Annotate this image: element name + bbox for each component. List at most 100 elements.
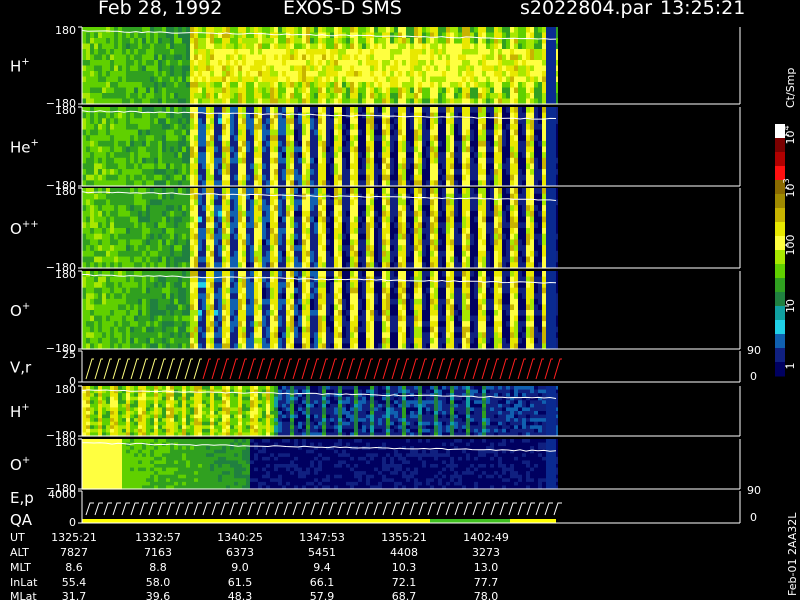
footer-value: 68.7 xyxy=(392,590,417,600)
orbit-footer: UT 1325:21 1332:57 1340:25 1347:53 1355:21 140… xyxy=(10,512,799,600)
velocity-trace xyxy=(526,358,535,380)
panel-label: V,r xyxy=(10,359,32,377)
footer-value: 13.0 xyxy=(474,561,499,574)
velocity-trace xyxy=(499,358,508,380)
energy-trace xyxy=(481,502,490,516)
energy-trace xyxy=(472,502,481,516)
version-stamp: Feb-01 2AA32L xyxy=(786,512,799,596)
footer-value: 5451 xyxy=(308,546,336,559)
energy-trace xyxy=(544,502,553,516)
colorbar-swatch xyxy=(775,264,785,279)
footer-value: 77.7 xyxy=(474,576,499,589)
energy-trace xyxy=(256,502,265,516)
energy-trace xyxy=(463,502,472,516)
colorbar-title: Ct/Smp xyxy=(784,68,797,108)
velocity-trace xyxy=(337,358,346,380)
panel-label-sup: + xyxy=(22,455,30,466)
panel-label: E,p xyxy=(10,489,34,507)
velocity-trace xyxy=(382,358,391,380)
footer-value: 1402:49 xyxy=(463,531,509,544)
footer-value: 31.7 xyxy=(62,590,87,600)
energy-trace xyxy=(85,502,94,516)
velocity-trace xyxy=(418,358,427,380)
footer-value: 1325:21 xyxy=(51,531,97,544)
velocity-trace xyxy=(553,358,562,380)
velocity-trace xyxy=(346,358,355,380)
footer-value: 57.9 xyxy=(310,590,335,600)
energy-trace xyxy=(517,502,526,516)
velocity-trace xyxy=(508,358,517,380)
energy-trace xyxy=(382,502,391,516)
energy-trace xyxy=(373,502,382,516)
panel-label-sup: + xyxy=(21,57,29,68)
right-tick-label-top: 90 xyxy=(747,484,761,497)
energy-trace xyxy=(409,502,418,516)
energy-trace xyxy=(301,502,310,516)
y-tick-label-top: 180 xyxy=(55,24,76,37)
footer-row-label: InLat xyxy=(10,576,38,589)
velocity-trace xyxy=(391,358,400,380)
energy-trace xyxy=(283,502,292,516)
colorbar-tick-label: 104 xyxy=(782,125,797,144)
colorbar-tick-label: 10 xyxy=(784,299,797,313)
panel-label: H+ xyxy=(10,57,30,76)
colorbar-tick-label: 1 xyxy=(784,363,797,370)
velocity-trace xyxy=(103,358,112,380)
footer-value: 1340:25 xyxy=(217,531,263,544)
spectrogram-chart: 180−180H+180−180He+180−180O++180−180O+25… xyxy=(10,24,799,600)
velocity-trace xyxy=(409,358,418,380)
footer-value: 9.0 xyxy=(231,561,249,574)
right-tick-label-top: 90 xyxy=(747,344,761,357)
panel-label: H+ xyxy=(10,402,30,421)
velocity-trace xyxy=(400,358,409,380)
energy-trace xyxy=(148,502,157,516)
colorbar-swatch xyxy=(775,166,785,181)
panel-label: He+ xyxy=(10,138,39,157)
velocity-trace xyxy=(427,358,436,380)
energy-trace xyxy=(220,502,229,516)
velocity-trace xyxy=(463,358,472,380)
energy-trace xyxy=(211,502,220,516)
energy-trace xyxy=(247,502,256,516)
panel-label-qa: QA xyxy=(10,511,33,529)
panel-label-sup: ++ xyxy=(22,219,39,230)
energy-trace xyxy=(112,502,121,516)
energy-trace xyxy=(391,502,400,516)
velocity-trace xyxy=(130,358,139,380)
right-tick-label-bottom: 0 xyxy=(750,511,757,524)
energy-trace xyxy=(166,502,175,516)
y-tick-label-bottom: 0 xyxy=(69,516,76,529)
energy-trace xyxy=(445,502,454,516)
energy-trace xyxy=(427,502,436,516)
velocity-trace xyxy=(472,358,481,380)
panel-label: O+ xyxy=(10,455,30,474)
energy-trace xyxy=(355,502,364,516)
footer-value: 10.3 xyxy=(392,561,417,574)
colorbar-swatch xyxy=(775,222,785,237)
velocity-trace xyxy=(112,358,121,380)
footer-row-label: UT xyxy=(10,531,25,544)
energy-trace xyxy=(328,502,337,516)
energy-trace xyxy=(418,502,427,516)
energy-trace xyxy=(400,502,409,516)
colorbar-tick-label: 103 xyxy=(782,178,797,197)
velocity-trace xyxy=(157,358,166,380)
energy-trace xyxy=(157,502,166,516)
velocity-trace xyxy=(139,358,148,380)
y-tick-label-top: 4000 xyxy=(48,488,76,501)
velocity-trace xyxy=(364,358,373,380)
y-tick-label-top: 180 xyxy=(55,185,76,198)
velocity-trace xyxy=(184,358,193,380)
colorbar-swatch xyxy=(775,208,785,223)
velocity-trace xyxy=(544,358,553,380)
y-tick-label-top: 25 xyxy=(62,348,76,361)
energy-trace xyxy=(499,502,508,516)
y-tick-label-top: 180 xyxy=(55,104,76,117)
energy-trace xyxy=(229,502,238,516)
footer-row-label: MLT xyxy=(10,561,31,574)
velocity-trace xyxy=(355,358,364,380)
y-tick-label-top: 180 xyxy=(55,268,76,281)
colorbar-swatch xyxy=(775,152,785,167)
velocity-trace xyxy=(274,358,283,380)
velocity-trace xyxy=(220,358,229,380)
